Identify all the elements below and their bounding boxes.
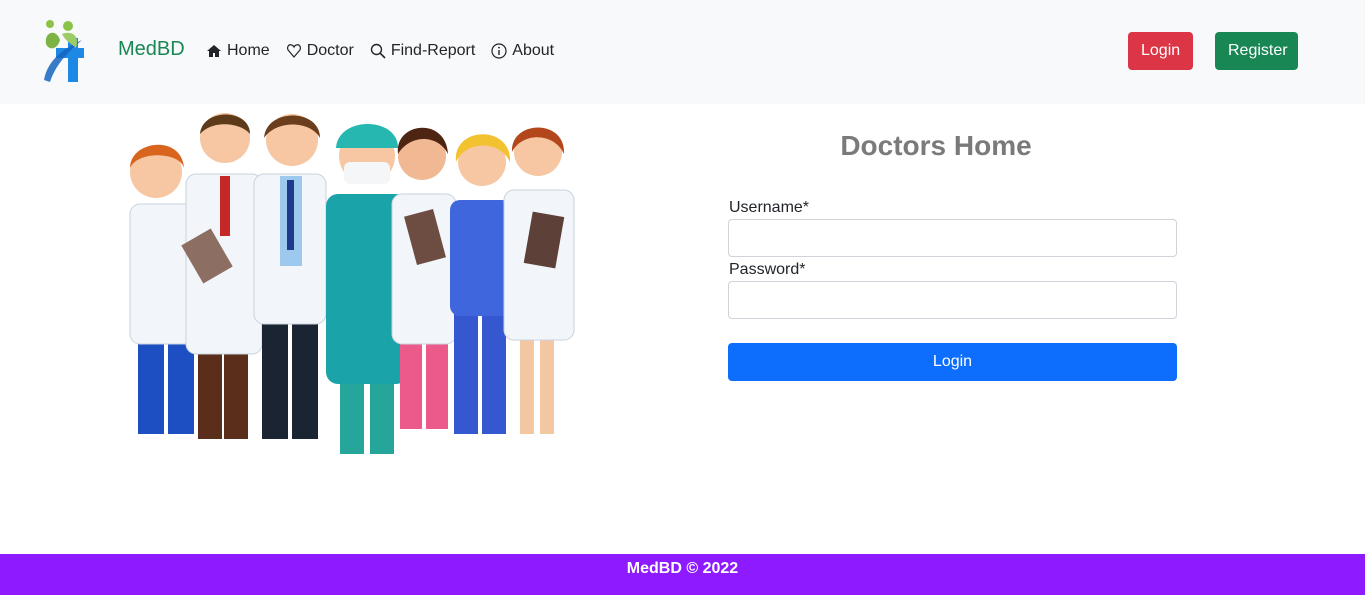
password-field[interactable]: [728, 281, 1177, 319]
nav-link-about[interactable]: About: [491, 42, 554, 60]
heart-outline-icon: [286, 44, 301, 58]
info-icon: [491, 43, 507, 59]
brand-link[interactable]: MedBD: [118, 38, 185, 61]
medbd-logo-icon[interactable]: [38, 18, 86, 86]
house-icon: [207, 45, 221, 57]
doctors-group-illustration: [129, 113, 575, 454]
nav-link-label: Home: [227, 42, 270, 59]
nav-link-home[interactable]: Home: [206, 42, 270, 60]
footer: MedBD © 2022: [0, 554, 1365, 595]
username-label: Username*: [729, 199, 810, 216]
username-field[interactable]: [728, 219, 1177, 257]
password-label: Password*: [729, 261, 806, 278]
nav-link-label: About: [512, 42, 555, 59]
register-button[interactable]: Register: [1215, 32, 1298, 70]
nav-link-find-report[interactable]: Find-Report: [370, 42, 475, 60]
footer-text: MedBD © 2022: [626, 560, 739, 577]
submit-login-button[interactable]: Login: [728, 343, 1177, 381]
nav-link-label: Find-Report: [390, 42, 476, 59]
login-button[interactable]: Login: [1128, 32, 1193, 70]
nav-link-label: Doctor: [306, 42, 354, 59]
search-icon: [370, 43, 386, 59]
navbar: MedBD Home Doctor Find-Report About Logi…: [0, 0, 1365, 104]
nav-links: Home Doctor Find-Report About: [206, 42, 554, 60]
page-title: Doctors Home: [840, 130, 1032, 161]
nav-link-doctor[interactable]: Doctor: [286, 42, 354, 60]
